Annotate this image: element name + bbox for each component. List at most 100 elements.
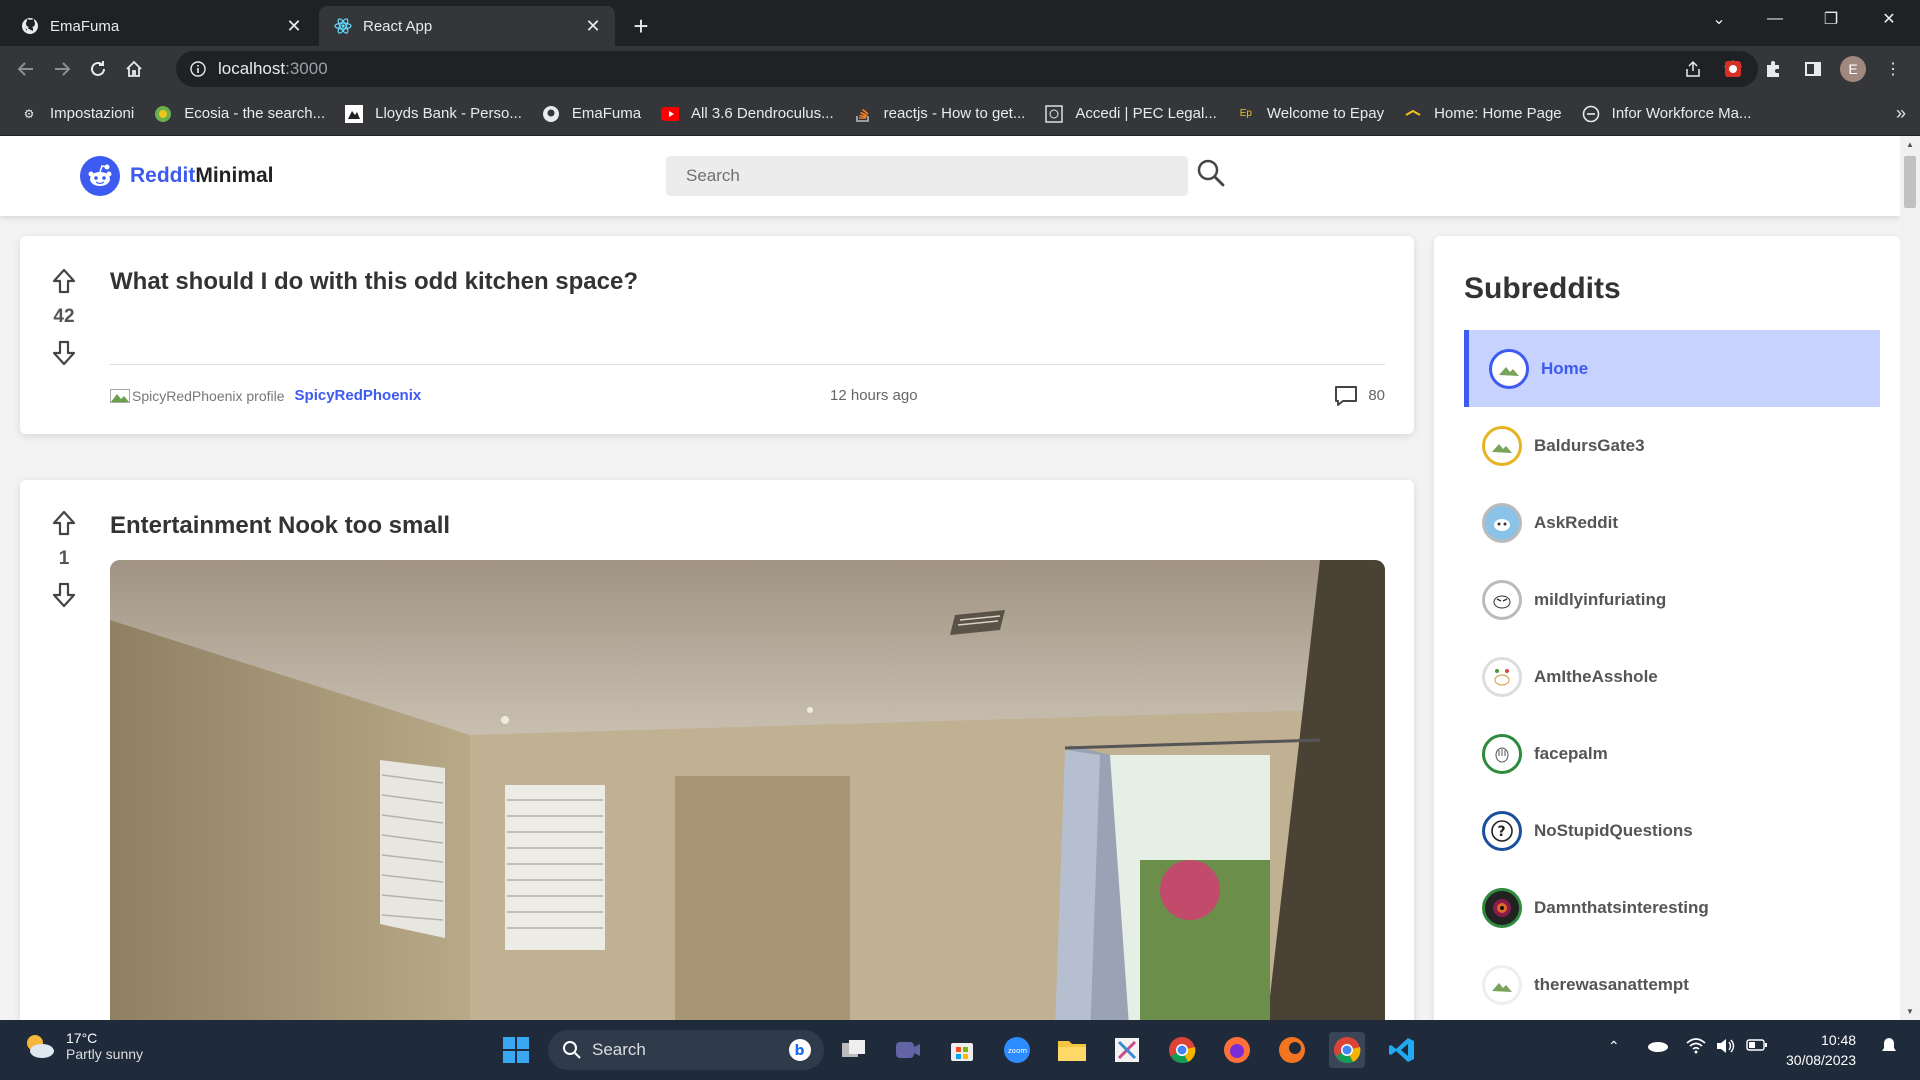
app-header: RedditMinimal <box>0 136 1900 216</box>
home-page-icon <box>1404 105 1422 123</box>
post-title[interactable]: Entertainment Nook too small <box>110 512 450 540</box>
bookmark-label: EmaFuma <box>571 105 642 122</box>
microsoft-store-icon[interactable] <box>944 1032 980 1068</box>
profile-avatar[interactable]: E <box>1836 51 1870 87</box>
address-bar[interactable]: localhost:3000 <box>176 51 1758 87</box>
info-icon[interactable] <box>190 61 206 77</box>
volume-icon[interactable] <box>1716 1038 1736 1054</box>
crunchyroll-icon[interactable] <box>1274 1032 1310 1068</box>
side-panel-icon[interactable] <box>1796 51 1830 87</box>
tab-emafuma[interactable]: EmaFuma ✕ <box>6 6 316 46</box>
bookmark-stackoverflow[interactable]: reactjs - How to get... <box>854 105 1025 123</box>
subreddit-item-mildlyinfuriating[interactable]: mildlyinfuriating <box>1464 561 1880 638</box>
teams-icon[interactable] <box>890 1032 926 1068</box>
web-page: RedditMinimal 42 What should I do with t… <box>0 136 1900 1020</box>
bookmark-emafuma[interactable]: EmaFuma <box>542 105 641 123</box>
downvote-icon[interactable] <box>49 580 79 610</box>
subreddit-label: Damnthatsinteresting <box>1534 897 1709 917</box>
bookmark-label: Ecosia - the search... <box>184 105 326 122</box>
tab-search-icon[interactable]: ⌄ <box>1696 0 1742 38</box>
weather-widget[interactable]: 17°C Partly sunny <box>22 1030 143 1062</box>
page-scrollbar[interactable]: ▲ ▼ <box>1900 136 1920 1020</box>
scrollbar-thumb[interactable] <box>1904 156 1916 208</box>
home-icon[interactable] <box>116 51 152 87</box>
downvote-icon[interactable] <box>49 338 79 368</box>
onedrive-icon[interactable] <box>1646 1038 1668 1052</box>
subreddit-item-askreddit[interactable]: AskReddit <box>1464 484 1880 561</box>
post-image[interactable] <box>110 560 1385 1020</box>
close-window-icon[interactable]: ✕ <box>1866 0 1912 38</box>
battery-icon[interactable] <box>1746 1038 1768 1052</box>
vscode-icon[interactable] <box>1384 1032 1420 1068</box>
close-tab-icon[interactable]: ✕ <box>284 16 304 36</box>
gear-icon: ⚙ <box>23 106 35 121</box>
bookmark-impostazioni[interactable]: ⚙ Impostazioni <box>20 105 135 123</box>
bookmark-epay[interactable]: Ep Welcome to Epay <box>1237 105 1384 123</box>
bookmark-pec[interactable]: Accedi | PEC Legal... <box>1045 104 1217 123</box>
subreddit-avatar <box>1482 656 1522 697</box>
more-bookmarks-icon[interactable]: » <box>1896 103 1906 124</box>
profile-initial: E <box>1840 56 1866 82</box>
chrome-active-icon[interactable] <box>1329 1032 1365 1068</box>
app-title: RedditMinimal <box>130 164 274 187</box>
subreddits-sidebar: Subreddits Home BaldursGate3 AskReddit m… <box>1434 236 1900 1020</box>
zoom-icon[interactable]: zoom <box>999 1032 1035 1068</box>
close-tab-icon[interactable]: ✕ <box>583 16 603 36</box>
forward-icon[interactable] <box>44 51 80 87</box>
post-author-link[interactable]: SpicyRedPhoenix <box>295 387 422 404</box>
taskbar-search[interactable]: Search b <box>548 1030 824 1070</box>
bookmark-home-page[interactable]: Home: Home Page <box>1404 105 1562 123</box>
subreddit-avatar <box>1482 964 1522 1005</box>
app-logo[interactable]: RedditMinimal <box>80 156 274 196</box>
chrome-icon[interactable] <box>1164 1032 1200 1068</box>
restore-icon[interactable]: ❐ <box>1808 0 1854 38</box>
subreddit-item-amitheasshole[interactable]: AmItheAsshole <box>1464 638 1880 715</box>
snipping-tool-icon[interactable] <box>1109 1032 1145 1068</box>
tray-overflow-icon[interactable]: ⌃ <box>1608 1038 1620 1055</box>
tab-label: EmaFuma <box>50 17 120 35</box>
new-tab-button[interactable]: + <box>623 8 659 44</box>
subreddit-avatar <box>1489 348 1529 389</box>
search-input[interactable] <box>666 156 1188 196</box>
subreddit-label: Home <box>1541 358 1589 378</box>
notifications-icon[interactable] <box>1880 1036 1898 1056</box>
upvote-icon[interactable] <box>49 266 79 296</box>
comments-button[interactable]: 80 <box>1334 385 1385 407</box>
browser-menu-icon[interactable]: ⋮ <box>1876 51 1910 87</box>
bookmark-lloyds[interactable]: Lloyds Bank - Perso... <box>345 104 522 123</box>
vote-panel: 1 <box>44 508 84 610</box>
file-explorer-icon[interactable] <box>1054 1032 1090 1068</box>
extensions-puzzle-icon[interactable] <box>1756 51 1790 87</box>
subreddit-item-damnthatsinteresting[interactable]: Damnthatsinteresting <box>1464 869 1880 946</box>
subreddit-list: Home BaldursGate3 AskReddit mildlyinfuri… <box>1464 330 1880 1020</box>
bookmark-infor[interactable]: Infor Workforce Ma... <box>1582 105 1751 123</box>
search-icon[interactable] <box>1196 158 1226 188</box>
subreddit-item-facepalm[interactable]: facepalm <box>1464 715 1880 792</box>
youtube-icon <box>661 105 680 123</box>
firefox-icon[interactable] <box>1219 1032 1255 1068</box>
reload-icon[interactable] <box>80 51 116 87</box>
subreddit-item-nostupidquestions[interactable]: ? NoStupidQuestions <box>1464 792 1880 869</box>
subreddit-item-home[interactable]: Home <box>1464 330 1880 407</box>
extension-red-icon[interactable] <box>1716 51 1750 87</box>
subreddit-item-therewasanattempt[interactable]: therewasanattempt <box>1464 946 1880 1020</box>
bookmark-label: Accedi | PEC Legal... <box>1075 105 1217 122</box>
wifi-icon[interactable] <box>1686 1038 1706 1054</box>
github-icon <box>20 16 40 36</box>
share-icon[interactable] <box>1684 60 1702 78</box>
partly-sunny-icon <box>22 1031 56 1061</box>
tab-react-app[interactable]: React App ✕ <box>319 6 615 46</box>
bookmark-ecosia[interactable]: Ecosia - the search... <box>154 105 325 123</box>
bookmark-youtube[interactable]: All 3.6 Dendroculus... <box>661 105 834 123</box>
upvote-icon[interactable] <box>49 508 79 538</box>
comment-count: 80 <box>1368 387 1385 404</box>
windows-start-icon[interactable] <box>498 1032 534 1068</box>
back-icon[interactable] <box>8 51 44 87</box>
scroll-up-icon[interactable]: ▲ <box>1906 140 1914 149</box>
minimize-icon[interactable]: — <box>1752 0 1798 38</box>
scroll-down-icon[interactable]: ▼ <box>1906 1007 1914 1016</box>
task-view-icon[interactable] <box>836 1032 872 1068</box>
subreddit-item-baldursgate3[interactable]: BaldursGate3 <box>1464 407 1880 484</box>
post-title[interactable]: What should I do with this odd kitchen s… <box>110 268 638 296</box>
taskbar-clock[interactable]: 10:48 30/08/2023 <box>1786 1030 1856 1070</box>
